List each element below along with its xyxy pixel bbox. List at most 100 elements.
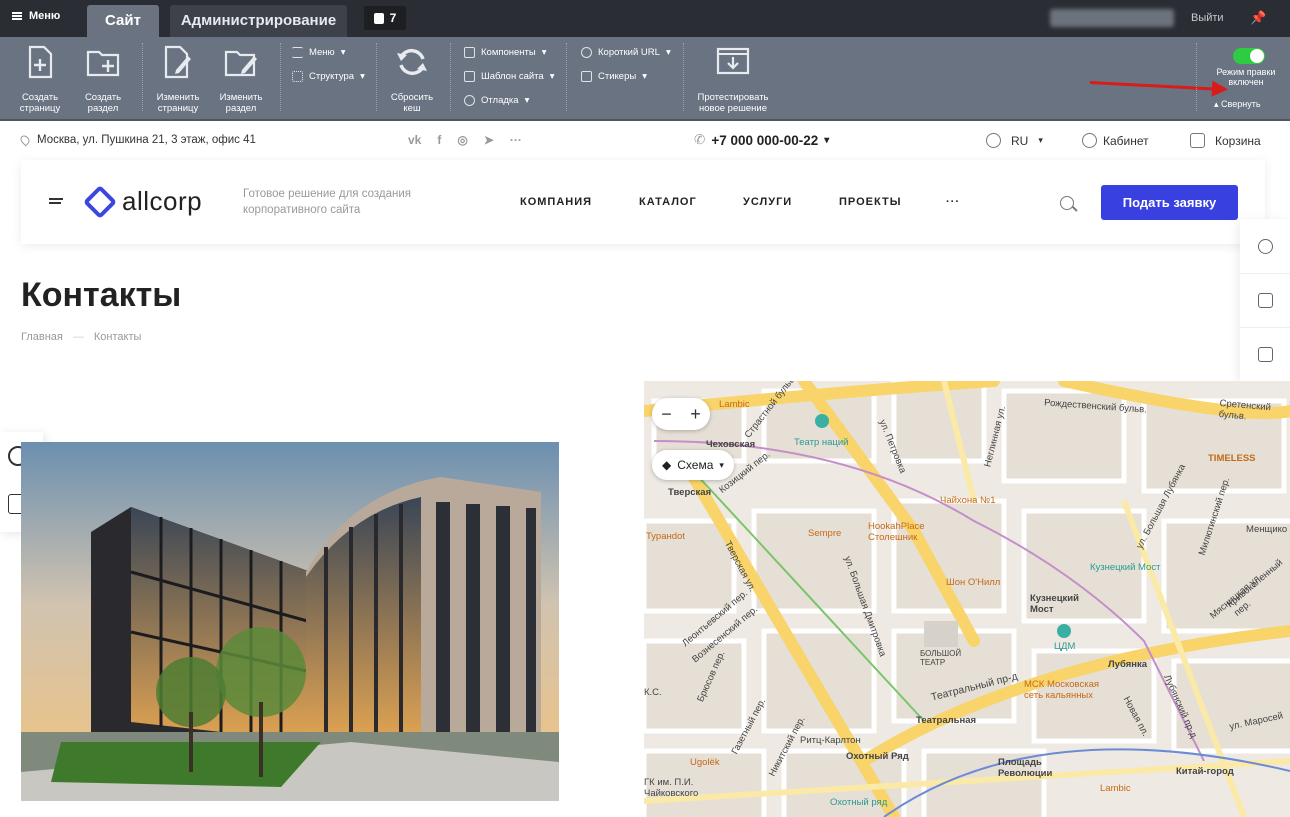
breadcrumb-home[interactable]: Главная	[21, 331, 63, 343]
edit-mode-toggle[interactable]	[1233, 48, 1265, 64]
divider	[1240, 273, 1290, 274]
language-selector[interactable]: RU ▾	[986, 133, 1043, 148]
burger-menu-icon[interactable]	[49, 198, 63, 204]
admin-menu-button[interactable]: Меню	[12, 10, 60, 22]
more-socials-icon[interactable]: ···	[510, 133, 522, 147]
breadcrumb-separator: —	[72, 331, 84, 343]
yandex-map[interactable]: − + ◆ Схема ▾ Lambic Чеховская Тверская …	[644, 381, 1290, 817]
cart-link[interactable]: Корзина	[1190, 133, 1261, 148]
chevron-down-icon: ▾	[1038, 135, 1043, 145]
phone-icon: ✆	[694, 132, 706, 147]
map-poi-label[interactable]: Кузнецкий Мост	[1090, 562, 1160, 573]
zoom-out-button[interactable]: −	[661, 404, 672, 425]
mail-icon[interactable]	[1258, 347, 1273, 362]
map-layer-selector[interactable]: ◆ Схема ▾	[652, 450, 734, 480]
search-icon[interactable]	[1060, 196, 1074, 210]
map-poi-label[interactable]: Туранdot	[646, 531, 685, 542]
location-pin-icon	[18, 133, 32, 147]
user-icon	[1082, 133, 1097, 148]
chat-icon[interactable]	[1258, 293, 1273, 308]
menu-dropdown[interactable]: Меню ▾	[292, 47, 345, 58]
breadcrumb: Главная — Контакты	[21, 331, 141, 343]
structure-dropdown-label: Структура	[309, 71, 355, 82]
map-poi-label[interactable]: Ugolëk	[690, 757, 720, 768]
map-zoom-control: − +	[652, 398, 710, 430]
collapse-button[interactable]: ▴ Свернуть	[1214, 99, 1261, 110]
facebook-icon[interactable]: f	[437, 133, 441, 147]
create-section-button[interactable]: Создать раздел	[73, 45, 133, 114]
site-header: allcorp Готовое решение для создания кор…	[21, 160, 1265, 244]
map-metro-label[interactable]: Китай-город	[1176, 766, 1234, 777]
map-street-label: Менщико	[1246, 524, 1288, 535]
red-arrow-annotation	[1089, 81, 1218, 91]
map-poi-label[interactable]: МСК Московская сеть кальянных	[1024, 679, 1114, 701]
map-metro-label[interactable]: Лубянка	[1108, 659, 1147, 670]
pin-icon[interactable]: 📌	[1250, 10, 1266, 26]
cabinet-label: Кабинет	[1103, 133, 1149, 148]
map-metro-label[interactable]: Театральная	[916, 715, 976, 726]
map-metro-label[interactable]: Кузнецкий Мост	[1030, 593, 1090, 615]
map-poi-label[interactable]: ЦДМ	[1054, 641, 1075, 652]
nav-item-services[interactable]: УСЛУГИ	[743, 196, 839, 208]
nav-item-projects[interactable]: ПРОЕКТЫ	[839, 196, 946, 208]
divider	[1240, 327, 1290, 328]
map-poi-label[interactable]: Lambic	[1100, 783, 1131, 794]
tab-site[interactable]: Сайт	[87, 5, 159, 37]
map-poi-label[interactable]: Шон О'Нилл	[946, 577, 1000, 588]
logout-link[interactable]: Выйти	[1191, 12, 1224, 24]
nav-more-icon[interactable]: ···	[946, 196, 960, 208]
user-name-blurred[interactable]	[1050, 9, 1174, 27]
admin-top-bar: Меню Сайт Администрирование 7 Выйти 📌	[0, 0, 1290, 37]
list-icon	[292, 47, 303, 58]
map-poi-label[interactable]: К.С.	[644, 687, 662, 698]
template-label: Шаблон сайта	[481, 71, 544, 82]
structure-dropdown[interactable]: Структура ▾	[292, 71, 365, 82]
map-poi-label[interactable]: Охотный ряд	[830, 797, 887, 808]
cabinet-link[interactable]: Кабинет	[1082, 133, 1149, 148]
map-metro-label[interactable]: Тверская	[668, 487, 711, 498]
vk-icon[interactable]: vk	[408, 133, 421, 147]
logo-text: allcorp	[122, 186, 203, 216]
cart-label: Корзина	[1215, 133, 1261, 148]
phone-dropdown[interactable]: ✆ +7 000 000-00-22 ▾	[694, 132, 829, 148]
nav-item-company[interactable]: КОМПАНИЯ	[520, 196, 639, 208]
sticker-icon	[581, 71, 592, 82]
zoom-in-button[interactable]: +	[690, 404, 701, 425]
template-dropdown[interactable]: Шаблон сайта ▾	[464, 71, 554, 82]
toggle-knob	[1250, 49, 1264, 63]
short-url-dropdown[interactable]: Короткий URL ▾	[581, 47, 671, 58]
telegram-icon[interactable]: ➤	[484, 133, 494, 147]
debug-dropdown[interactable]: Отладка ▾	[464, 95, 529, 106]
create-page-button[interactable]: Создать страницу	[10, 45, 70, 114]
logo[interactable]: allcorp	[83, 184, 203, 219]
chevron-down-icon: ▾	[824, 134, 830, 146]
map-poi-label[interactable]: HookahPlace Столешник	[868, 521, 958, 543]
components-dropdown[interactable]: Компоненты ▾	[464, 47, 547, 58]
map-poi-label[interactable]: Sempre	[808, 528, 841, 539]
map-poi-label[interactable]: TIMELESS	[1208, 453, 1256, 464]
tab-administration[interactable]: Администрирование	[170, 5, 347, 37]
breadcrumb-current: Контакты	[93, 331, 142, 343]
map-metro-label[interactable]: Площадь Революции	[998, 757, 1068, 779]
callback-phone-icon[interactable]	[1258, 239, 1273, 254]
nav-item-catalog[interactable]: КАТАЛОГ	[639, 196, 743, 208]
map-poi-label[interactable]: Чайхона №1	[940, 495, 996, 506]
stickers-dropdown[interactable]: Стикеры ▾	[581, 71, 647, 82]
reset-cache-button[interactable]: Сбросить кеш	[382, 45, 442, 114]
notifications-button[interactable]: 7	[364, 6, 406, 30]
instagram-icon[interactable]: ◎	[457, 133, 467, 147]
map-landmark-label[interactable]: БОЛЬШОЙ ТЕАТР	[920, 649, 970, 667]
test-solution-button[interactable]: Протестировать новое решение	[694, 45, 772, 114]
hamburger-icon	[12, 12, 22, 20]
map-poi-label[interactable]: ГК им. П.И. Чайковского	[644, 777, 704, 799]
map-metro-label[interactable]: Охотный Ряд	[846, 751, 909, 762]
map-poi-label[interactable]: Театр наций	[794, 437, 849, 448]
edit-page-button[interactable]: Изменить страницу	[148, 45, 208, 114]
map-poi-label[interactable]: Lambic	[719, 399, 750, 410]
map-poi-label[interactable]: Ритц-Карлтон	[800, 735, 861, 746]
chevron-down-icon: ▾	[360, 71, 365, 82]
map-metro-label[interactable]: Чеховская	[706, 439, 755, 450]
edit-section-button[interactable]: Изменить раздел	[211, 45, 271, 114]
submit-request-button[interactable]: Подать заявку	[1101, 185, 1238, 220]
right-floating-panel	[1240, 219, 1290, 381]
